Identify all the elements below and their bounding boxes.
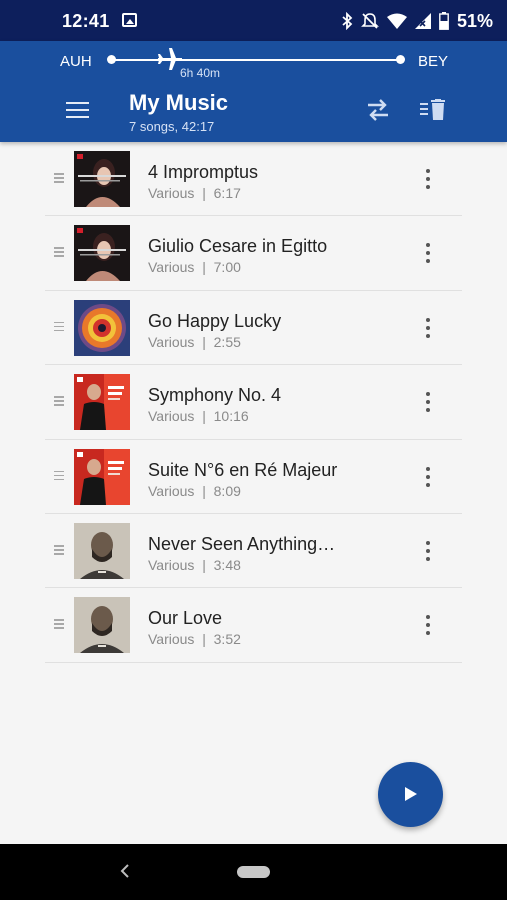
home-pill[interactable] <box>237 866 270 878</box>
battery-percent: 51% <box>456 10 493 31</box>
clear-playlist-icon[interactable] <box>420 99 446 121</box>
song-title: Symphony No. 4 <box>148 385 282 406</box>
album-cover <box>74 448 130 505</box>
song-row[interactable]: 4 Impromptus Various | 6:17 <box>45 142 462 217</box>
drag-handle-icon[interactable] <box>54 396 64 406</box>
flight-destination: BEY <box>418 53 449 70</box>
more-options-icon[interactable] <box>418 317 438 339</box>
song-meta: Various | 8:09 <box>148 483 241 499</box>
flight-end-dot <box>396 55 405 64</box>
song-duration: 10:16 <box>213 408 249 425</box>
song-row[interactable]: Never Seen Anything… Various | 3:48 <box>45 514 462 589</box>
song-artist: Various <box>148 185 195 201</box>
song-title: 4 Impromptus <box>148 162 259 182</box>
meta-separator: | <box>202 259 206 276</box>
album-cover <box>74 597 130 654</box>
more-options-icon[interactable] <box>418 242 438 264</box>
swap-icon[interactable] <box>366 97 390 123</box>
song-meta: Various | 3:48 <box>148 557 241 573</box>
song-meta: Various | 2:55 <box>148 334 241 350</box>
system-nav-bar <box>0 844 507 900</box>
more-options-icon[interactable] <box>418 168 438 190</box>
song-meta: Various | 7:00 <box>148 259 241 275</box>
silent-icon <box>361 13 379 29</box>
status-icons: 51% <box>341 10 493 32</box>
song-row[interactable]: Suite N°6 en Ré Majeur Various | 8:09 <box>45 440 462 514</box>
bluetooth-icon <box>342 12 353 30</box>
song-duration: 7:00 <box>213 259 241 276</box>
status-bar: 12:41 51% <box>0 0 507 41</box>
flight-origin: AUH <box>60 53 92 70</box>
song-list: 4 Impromptus Various | 6:17 Giulio Cesar… <box>45 142 462 663</box>
song-title: Never Seen Anything… <box>148 533 336 554</box>
song-meta: Various | 6:17 <box>148 185 241 201</box>
drag-handle-icon[interactable] <box>54 321 64 332</box>
more-options-icon[interactable] <box>418 614 438 636</box>
meta-separator: | <box>202 482 206 499</box>
song-artist: Various <box>148 482 195 499</box>
play-icon <box>405 787 417 801</box>
album-cover <box>74 299 130 356</box>
wifi-icon <box>386 13 407 29</box>
meta-separator: | <box>202 631 206 648</box>
image-icon <box>122 13 137 27</box>
song-duration: 3:52 <box>213 631 241 648</box>
song-title: Go Happy Lucky <box>148 310 282 331</box>
song-row[interactable]: Go Happy Lucky Various | 2:55 <box>45 291 462 366</box>
song-artist: Various <box>148 631 195 648</box>
meta-separator: | <box>202 408 206 425</box>
status-time: 12:41 <box>62 11 110 31</box>
battery-icon <box>439 12 449 30</box>
flight-time-remaining: 6h 40m <box>180 66 221 80</box>
song-meta: Various | 3:52 <box>148 631 241 647</box>
song-row[interactable]: Our Love Various | 3:52 <box>45 588 462 663</box>
more-options-icon[interactable] <box>418 391 438 413</box>
song-title: Giulio Cesare in Egitto <box>148 236 328 257</box>
page-title: My Music <box>129 90 229 115</box>
song-artist: Various <box>148 408 195 425</box>
plane-icon <box>157 48 182 70</box>
song-artist: Various <box>148 333 195 350</box>
drag-handle-icon[interactable] <box>54 544 64 555</box>
app-header: AUH 6h 40m BEY My Music 7 songs, 42:17 <box>0 41 507 142</box>
album-cover <box>74 522 130 579</box>
meta-separator: | <box>202 333 206 350</box>
song-row[interactable]: Giulio Cesare in Egitto Various | 7:00 <box>45 216 462 291</box>
album-cover <box>74 225 130 282</box>
drag-handle-icon[interactable] <box>54 247 64 257</box>
song-row[interactable]: Symphony No. 4 Various | 10:16 <box>45 365 462 440</box>
song-artist: Various <box>148 259 195 276</box>
song-title: Suite N°6 en Ré Majeur <box>148 459 338 480</box>
drag-handle-icon[interactable] <box>54 173 64 183</box>
playlist-summary: 7 songs, 42:17 <box>129 119 215 134</box>
meta-separator: | <box>202 185 206 201</box>
song-duration: 3:48 <box>213 556 241 573</box>
more-options-icon[interactable] <box>418 466 438 488</box>
more-options-icon[interactable] <box>418 540 438 562</box>
song-duration: 6:17 <box>213 185 241 201</box>
menu-icon[interactable] <box>66 99 92 121</box>
play-all-button[interactable] <box>378 762 443 827</box>
back-icon[interactable] <box>118 862 132 880</box>
signal-icon <box>414 13 431 29</box>
song-duration: 2:55 <box>213 333 241 350</box>
song-meta: Various | 10:16 <box>148 408 249 424</box>
meta-separator: | <box>202 556 206 573</box>
album-cover <box>74 151 130 207</box>
flight-progress-track <box>112 59 400 61</box>
song-duration: 8:09 <box>213 482 241 499</box>
drag-handle-icon[interactable] <box>54 619 64 629</box>
song-artist: Various <box>148 556 195 573</box>
song-title: Our Love <box>148 608 223 629</box>
drag-handle-icon[interactable] <box>54 470 64 481</box>
album-cover <box>74 374 130 431</box>
